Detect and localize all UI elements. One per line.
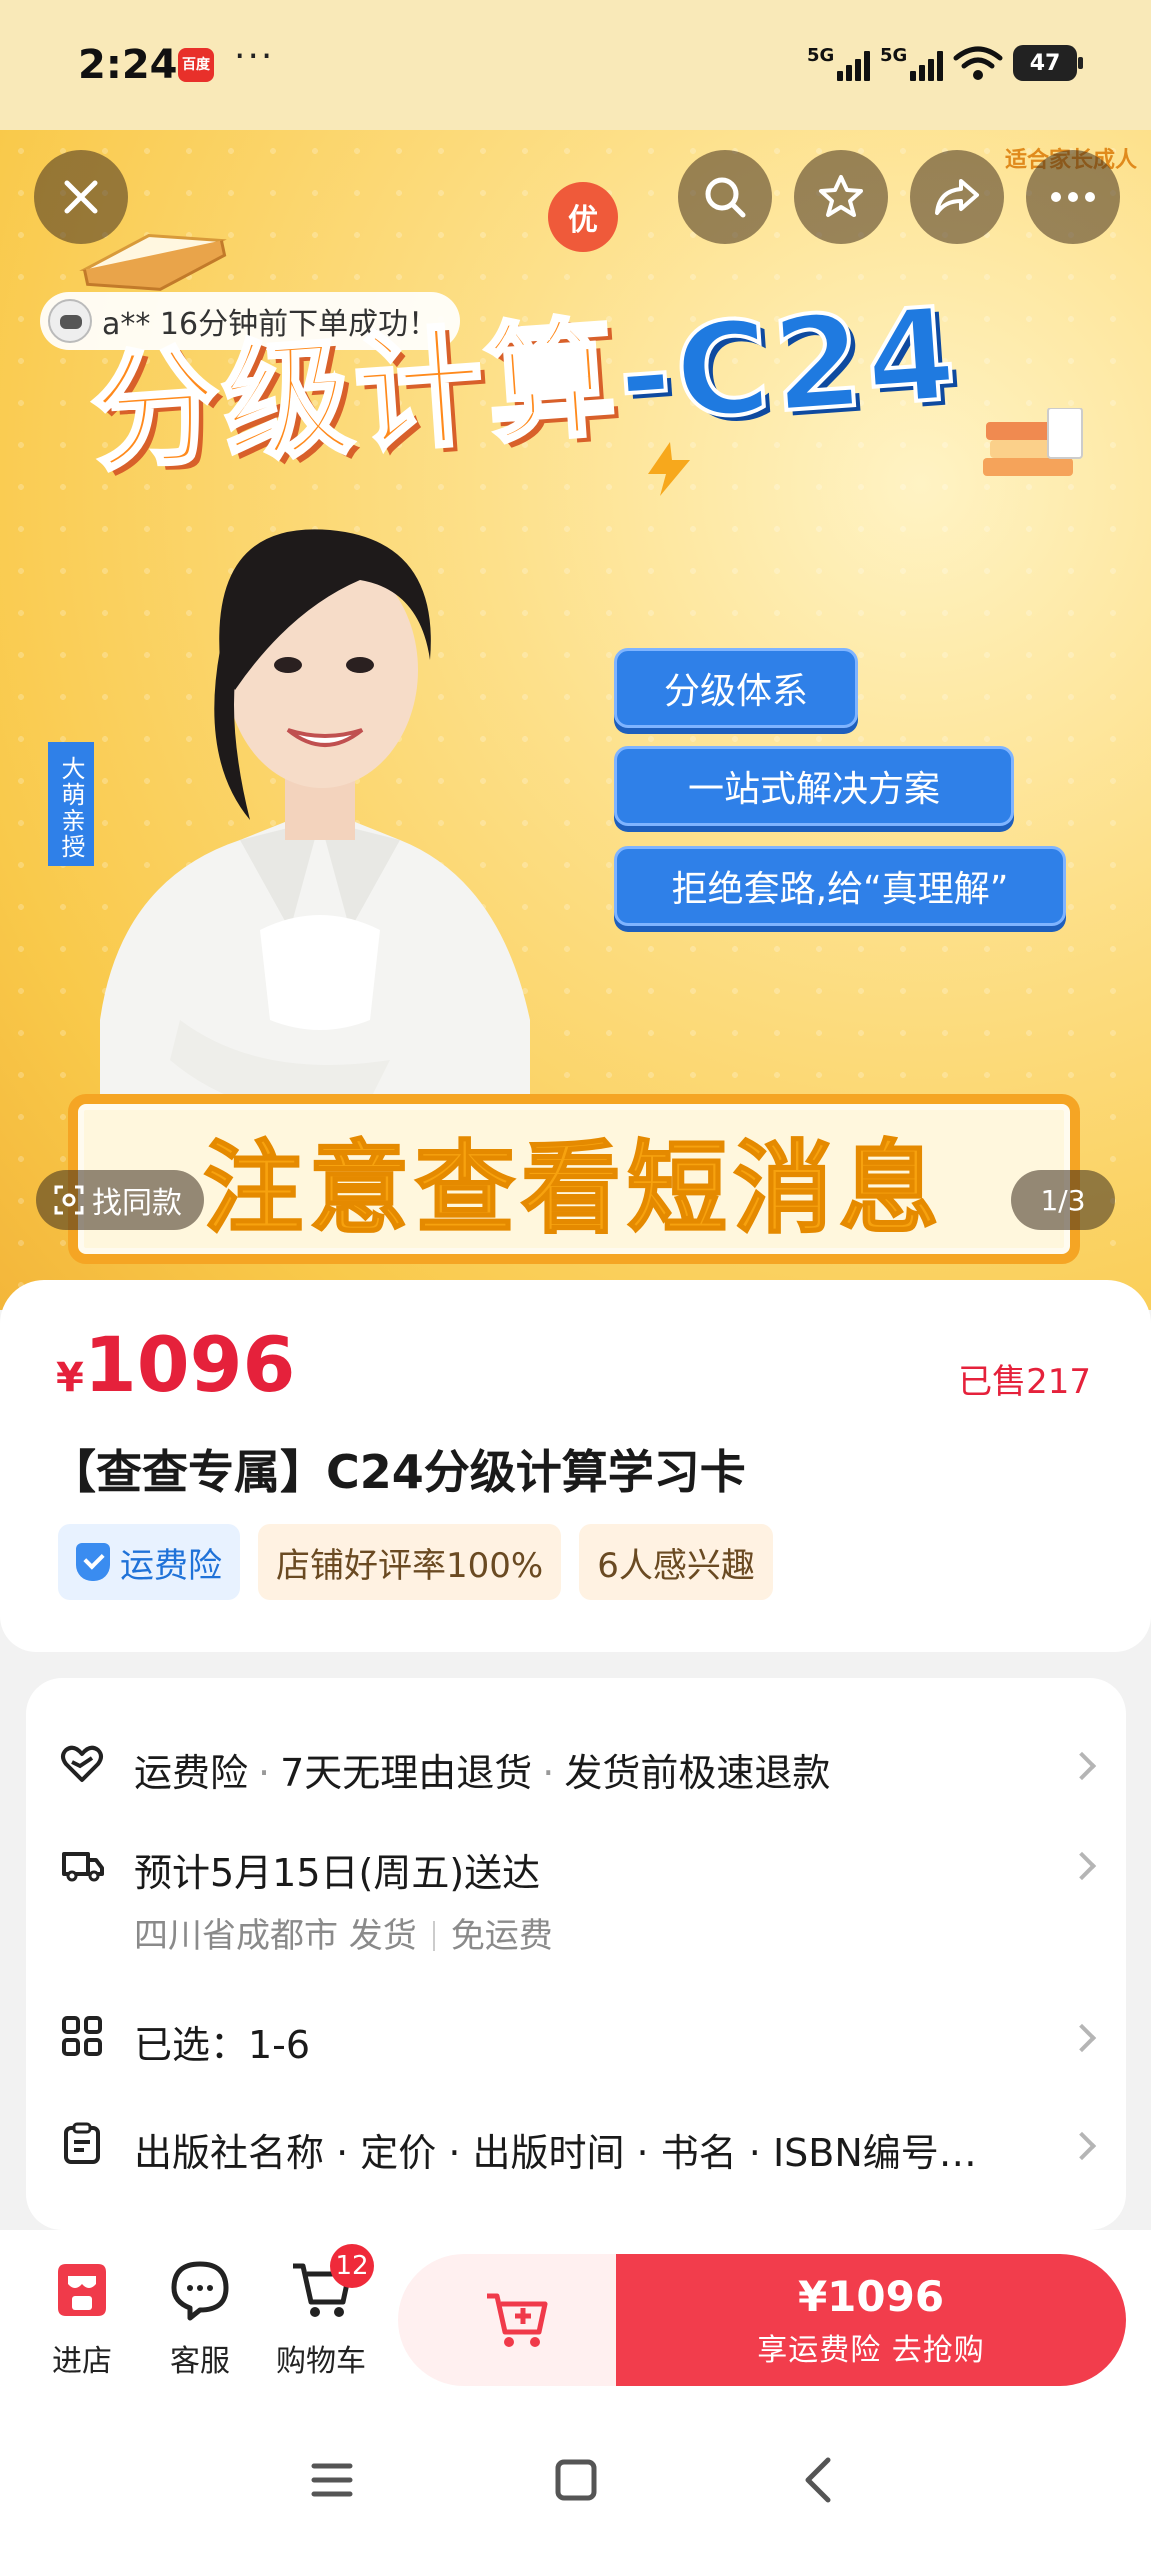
service-row[interactable]: 运费险 · 7天无理由退货 · 发货前极速退款 — [26, 1734, 1126, 1795]
chevron-right-icon — [1067, 2023, 1097, 2053]
lightning-illustration — [648, 442, 690, 496]
product-info-card: 运费险 · 7天无理由退货 · 发货前极速退款 预计5月15日(周五)送达 四川省成都市… — [26, 1678, 1126, 2230]
status-time: 2:24 — [78, 42, 178, 88]
price-card: ¥1096 已售217 【查查专属】C24分级计算学习卡 运费险 店铺好评率10… — [0, 1280, 1151, 1652]
buy-subtitle: 享运费险 去抢购 — [757, 2332, 985, 2368]
feature-pill-2: 一站式解决方案 — [614, 746, 1014, 826]
grid-icon — [62, 2016, 102, 2056]
selected-variant: 已选：1-6 — [134, 2023, 311, 2067]
image-page-indicator: 1/3 — [1011, 1170, 1115, 1230]
shipping-info: 四川省成都市 发货 免运费 — [134, 1908, 553, 1957]
shipping-insurance-label: 运费险 — [120, 1545, 222, 1586]
buy-now-button[interactable]: ¥1096 享运费险 去抢购 — [616, 2254, 1126, 2386]
price-value: 1096 — [83, 1320, 296, 1409]
favorite-button[interactable] — [794, 150, 888, 244]
product-price: ¥1096 — [56, 1320, 295, 1409]
back-icon[interactable] — [790, 2450, 850, 2510]
signal-2-label: 5G — [880, 45, 908, 66]
feature-pill-1: 分级体系 — [614, 648, 858, 728]
parameters-row[interactable]: 出版社名称 · 定价 · 出版时间 · 书名 · ISBN编号… — [26, 2114, 1126, 2175]
add-to-cart-button[interactable] — [398, 2254, 638, 2386]
find-similar-button[interactable]: 找同款 — [36, 1170, 204, 1230]
customer-service-label: 客服 — [170, 2344, 230, 2379]
search-icon — [705, 177, 746, 218]
close-button[interactable] — [34, 150, 128, 244]
instructor-tag: 大萌亲授 — [48, 742, 94, 866]
search-button[interactable] — [678, 150, 772, 244]
bottom-action-bar: 进店 客服 购物车 12 ¥1096 享运费险 去抢购 — [0, 2230, 1151, 2400]
shield-icon — [76, 1543, 110, 1581]
chevron-right-icon — [1067, 1851, 1097, 1881]
star-icon — [819, 175, 863, 217]
system-navigation-bar — [0, 2400, 1151, 2560]
signal-1-label: 5G — [807, 45, 835, 66]
close-icon — [64, 180, 98, 214]
chat-icon — [171, 2261, 229, 2321]
customer-service-button[interactable]: 客服 — [150, 2258, 250, 2380]
feature-pill-3: 拒绝套路,给“真理解” — [614, 846, 1066, 926]
cart-count-badge: 12 — [330, 2244, 374, 2288]
shipping-fee: 免运费 — [450, 1916, 553, 1956]
price-currency: ¥ — [56, 1355, 84, 1401]
wifi-icon — [953, 46, 1003, 80]
product-title: 【查查专属】C24分级计算学习卡 — [50, 1445, 746, 1499]
buy-price: ¥1096 — [797, 2271, 945, 2321]
home-icon[interactable] — [546, 2450, 606, 2510]
share-icon — [935, 179, 979, 215]
notice-banner: 注意查看短消息 — [68, 1094, 1080, 1264]
product-badges: 运费险 店铺好评率100% 6人感兴趣 — [58, 1524, 773, 1600]
hero-title-code: -C24 — [611, 278, 966, 454]
delivery-estimate: 预计5月15日(周五)送达 — [134, 1851, 541, 1895]
sold-count: 已售217 — [958, 1362, 1091, 1402]
product-image-carousel[interactable]: 适合家长成人 a** 16分钟前下单成功！ 分级计算-C24 优 — [0, 130, 1151, 1310]
interest-count-badge[interactable]: 6人感兴趣 — [579, 1524, 773, 1600]
signal-icon-1: 5G — [807, 45, 870, 81]
product-parameters: 出版社名称 · 定价 · 出版时间 · 书名 · ISBN编号… — [134, 2131, 977, 2175]
books-stack-illustration — [983, 408, 1083, 476]
shop-rating-badge[interactable]: 店铺好评率100% — [258, 1524, 562, 1600]
quality-badge: 优 — [548, 182, 618, 252]
service-item-3: 发货前极速退款 — [564, 1751, 831, 1795]
more-button[interactable] — [1026, 150, 1120, 244]
add-cart-icon — [487, 2293, 548, 2347]
battery-level: 47 — [1029, 50, 1061, 76]
scan-icon — [54, 1185, 84, 1215]
chevron-right-icon — [1067, 1751, 1097, 1781]
more-icon — [1051, 192, 1095, 202]
selected-variant-row[interactable]: 已选：1-6 — [26, 2006, 1126, 2067]
status-bar: 2:24 百度 ··· 5G 5G 47 — [0, 0, 1151, 130]
status-indicators: 5G 5G 47 — [807, 44, 1083, 82]
shop-label: 进店 — [52, 2344, 112, 2379]
battery-icon: 47 — [1013, 45, 1083, 81]
service-item-2: 7天无理由退货 — [280, 1751, 533, 1795]
status-more-icon: ··· — [234, 36, 275, 77]
find-similar-label: 找同款 — [92, 1186, 182, 1221]
chevron-right-icon — [1067, 2131, 1097, 2161]
delivery-row[interactable]: 预计5月15日(周五)送达 四川省成都市 发货 免运费 — [26, 1834, 1126, 1957]
clipboard-icon — [64, 2122, 100, 2164]
shipping-insurance-badge[interactable]: 运费险 — [58, 1524, 240, 1600]
heart-guarantee-icon — [61, 1745, 103, 1782]
service-text: 运费险 · 7天无理由退货 · 发货前极速退款 — [134, 1751, 831, 1795]
menu-icon[interactable] — [302, 2450, 362, 2510]
notice-text: 注意查看短消息 — [202, 1129, 945, 1248]
shop-button[interactable]: 进店 — [32, 2258, 132, 2380]
share-button[interactable] — [910, 150, 1004, 244]
service-item-1: 运费险 — [134, 1751, 249, 1795]
signal-icon-2: 5G — [880, 45, 943, 81]
ship-from: 四川省成都市 发货 — [134, 1916, 417, 1956]
cart-label: 购物车 — [276, 2344, 366, 2379]
shop-icon — [58, 2264, 106, 2316]
truck-icon — [62, 1852, 104, 1882]
app-notification-icon: 百度 — [178, 48, 214, 82]
